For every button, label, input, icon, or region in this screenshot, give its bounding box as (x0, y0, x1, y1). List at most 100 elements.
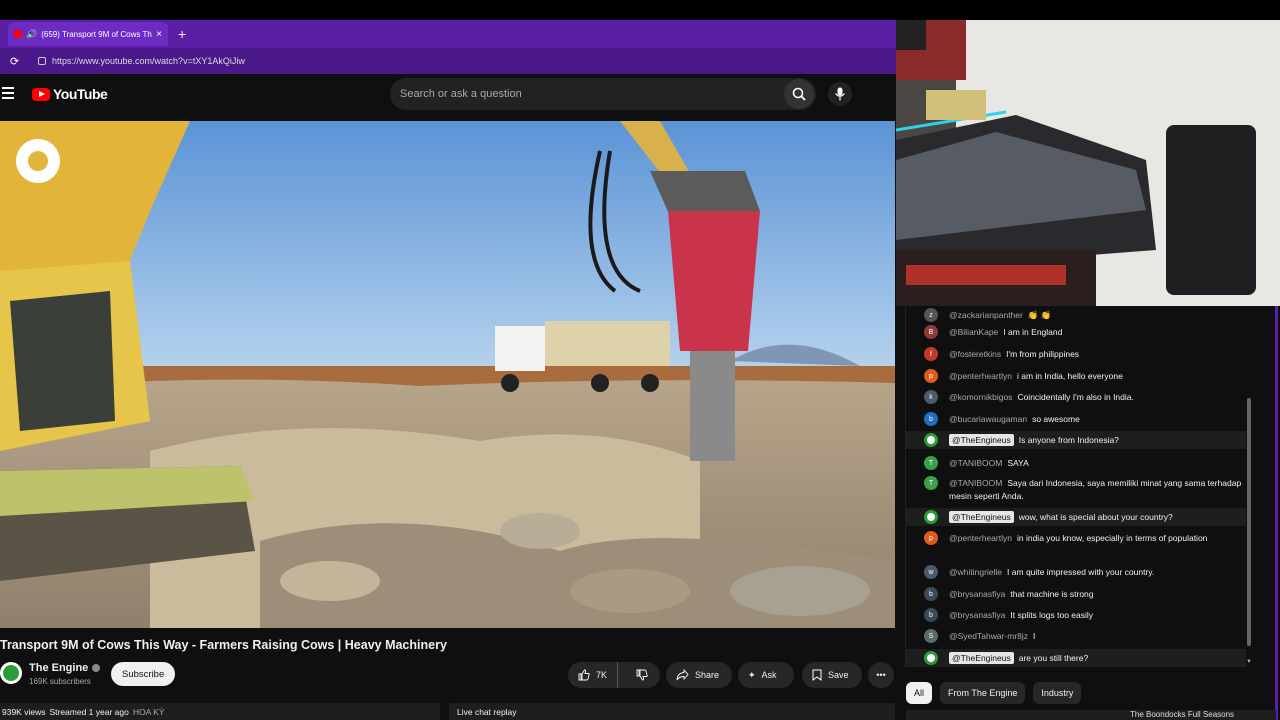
chat-avatar[interactable]: B (924, 325, 938, 339)
chat-text: i am in India, hello everyone (1016, 371, 1123, 381)
site-info-icon[interactable] (38, 57, 46, 65)
save-button[interactable]: Save (802, 662, 862, 688)
chat-author[interactable]: @brysanasfiya (949, 589, 1005, 599)
chat-author[interactable]: @SyedTahwar-mr8jz (949, 631, 1028, 641)
hamburger-icon[interactable] (2, 87, 14, 99)
chat-message[interactable]: b @brysanasfiya that machine is strong (906, 585, 1246, 603)
chat-author[interactable]: @penterheartlyn (949, 533, 1012, 543)
chat-avatar[interactable]: S (924, 629, 938, 643)
chat-message[interactable]: @TheEngineus are you still there? (906, 649, 1246, 667)
subscriber-count: 169K subscribers (29, 677, 91, 686)
chat-author[interactable]: @komornikbigos (949, 392, 1012, 402)
chat-avatar[interactable] (924, 651, 938, 665)
chat-author[interactable]: @TANIBOOM (949, 458, 1002, 468)
chat-author[interactable]: @TANIBOOM (949, 478, 1002, 488)
chat-author[interactable]: @TheEngineus (949, 511, 1014, 523)
chat-message-body: @penterheartlyn i am in India, hello ever… (949, 369, 1246, 383)
chat-message[interactable]: T @TANIBOOM Saya dari Indonesia, saya memi… (906, 474, 1246, 503)
chat-message[interactable]: b @bucariawaugaman so awesome (906, 410, 1246, 428)
chat-text: I am in England (1003, 327, 1063, 337)
share-button[interactable]: Share (666, 662, 732, 688)
chat-message[interactable]: p @penterheartlyn in india you know, espec… (906, 529, 1246, 547)
chat-avatar[interactable]: b (924, 587, 938, 601)
live-chat-panel[interactable]: z @zackarianpanther 👏 👏 B @BilianKape I am in… (905, 306, 1249, 668)
live-chat-replay-header[interactable]: Live chat replay (449, 703, 895, 720)
chat-message-body: @TheEngineus wow, what is special about y… (949, 510, 1246, 524)
chat-author[interactable]: @bucariawaugaman (949, 414, 1027, 424)
chat-message[interactable]: T @TANIBOOM SAYA (906, 454, 1246, 472)
chat-message[interactable]: f @fosteretkins I'm from philippines (906, 345, 1246, 363)
chat-author[interactable]: @zackarianpanther (949, 310, 1023, 320)
chat-text: wow, what is special about your country? (1018, 512, 1173, 522)
channel-avatar[interactable] (0, 662, 22, 684)
chat-author[interactable]: @TheEngineus (949, 652, 1014, 664)
more-actions-button[interactable]: ••• (868, 662, 894, 688)
youtube-logo[interactable]: YouTube (32, 86, 108, 102)
chat-scrollbar[interactable] (1247, 398, 1251, 646)
reload-icon[interactable]: ⟳ (10, 55, 30, 68)
chat-message[interactable]: w @whitingrielle I am quite impressed with… (906, 563, 1246, 581)
chat-text: I (1033, 631, 1036, 641)
chat-avatar[interactable] (924, 510, 938, 524)
chat-author[interactable]: @BilianKape (949, 327, 998, 337)
chat-text: that machine is strong (1010, 589, 1094, 599)
search-button[interactable] (784, 79, 814, 109)
chat-author[interactable]: @TheEngineus (949, 434, 1014, 446)
chat-avatar[interactable]: b (924, 608, 938, 622)
recommended-video-teaser[interactable]: The Boondocks Full Seasons (906, 710, 1276, 720)
share-label: Share (695, 670, 720, 680)
chip-all[interactable]: All (906, 682, 933, 704)
chat-author[interactable]: @fosteretkins (949, 349, 1001, 359)
chat-text: Is anyone from Indonesia? (1018, 435, 1119, 445)
chat-avatar[interactable]: w (924, 565, 938, 579)
tab-title: (659) Transport 9M of Cows Th (41, 29, 152, 39)
chat-avatar[interactable]: f (924, 347, 938, 361)
chat-avatar[interactable]: p (924, 531, 938, 545)
speaker-icon[interactable]: 🔊 (26, 29, 37, 40)
chat-scroll-down-icon[interactable]: ▼ (1246, 659, 1252, 665)
chat-author[interactable]: @whitingrielle (949, 567, 1002, 577)
chat-author[interactable]: @penterheartlyn (949, 371, 1012, 381)
ask-button[interactable]: ✦ Ask (738, 662, 794, 688)
chat-message[interactable]: @TheEngineus wow, what is special about y… (906, 508, 1246, 526)
browser-tab[interactable]: 🔊 (659) Transport 9M of Cows Th × (8, 22, 168, 46)
chip-from-the-engine[interactable]: From The Engine (940, 682, 1026, 704)
search-box[interactable]: Search or ask a question (390, 78, 816, 110)
chat-message[interactable]: k @komornikbigos Coincidentally I'm also i… (906, 388, 1246, 406)
dislike-button[interactable] (624, 669, 660, 681)
url-field[interactable]: https://www.youtube.com/watch?v=tXY1AkQi… (38, 51, 890, 71)
close-tab-icon[interactable]: × (156, 29, 162, 40)
chat-text: SAYA (1007, 458, 1029, 468)
channel-name[interactable]: The Engine (29, 662, 101, 674)
chat-avatar[interactable]: T (924, 456, 938, 470)
share-icon (676, 669, 689, 681)
like-button[interactable]: 7K (568, 662, 619, 688)
chat-message[interactable]: b @brysanasfiya It splits logs too easily (906, 606, 1246, 624)
chat-author[interactable]: @brysanasfiya (949, 610, 1005, 620)
search-input[interactable]: Search or ask a question (390, 88, 784, 100)
chat-avatar[interactable]: p (924, 369, 938, 383)
chat-avatar[interactable] (924, 433, 938, 447)
voice-search-button[interactable] (828, 82, 852, 106)
search-icon (792, 87, 806, 101)
video-stats[interactable]: 939K views Streamed 1 year ago HOA KỲ (0, 703, 440, 720)
chat-message[interactable]: B @BilianKape I am in England (906, 323, 1246, 341)
new-tab-button[interactable]: + (178, 26, 186, 42)
chat-message-body: @SyedTahwar-mr8jz I (949, 629, 1246, 643)
stream-date: Streamed 1 year ago (49, 706, 129, 717)
chat-avatar[interactable]: T (924, 476, 938, 490)
chat-message-body: @brysanasfiya that machine is strong (949, 587, 1246, 601)
chat-avatar[interactable]: z (924, 308, 938, 322)
chip-industry[interactable]: Industry (1033, 682, 1082, 704)
chat-message[interactable]: z @zackarianpanther 👏 👏 (906, 306, 1246, 324)
chat-message[interactable]: p @penterheartlyn i am in India, hello eve… (906, 367, 1246, 385)
chat-avatar[interactable]: k (924, 390, 938, 404)
video-player[interactable] (0, 121, 895, 628)
chat-message-body: @brysanasfiya It splits logs too easily (949, 608, 1246, 622)
chat-message[interactable]: S @SyedTahwar-mr8jz I (906, 627, 1246, 645)
subscribe-button[interactable]: Subscribe (111, 662, 176, 686)
chat-message[interactable]: @TheEngineus Is anyone from Indonesia? (906, 431, 1246, 449)
youtube-favicon-icon (14, 30, 22, 38)
channel-name-text: The Engine (29, 662, 89, 674)
chat-avatar[interactable]: b (924, 412, 938, 426)
